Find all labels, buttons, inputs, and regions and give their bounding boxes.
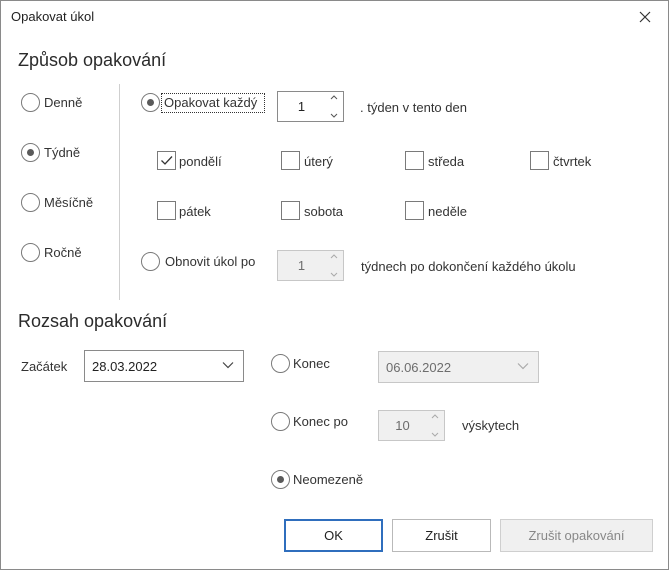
repeat-every-stepper[interactable]: 1 xyxy=(277,91,344,122)
checkbox-wednesday-label: středa xyxy=(428,154,465,169)
radio-repeat-every[interactable] xyxy=(141,93,160,112)
end-by-label: Konec xyxy=(293,356,330,371)
spin-down-icon[interactable] xyxy=(431,432,439,437)
checkbox-monday-label: pondělí xyxy=(179,154,222,169)
regenerate-stepper[interactable]: 1 xyxy=(277,250,344,281)
checkbox-friday[interactable] xyxy=(157,201,176,220)
repeat-every-label: Opakovat každý xyxy=(164,95,258,110)
occurrences-suffix: výskytech xyxy=(462,418,520,433)
chevron-down-icon[interactable] xyxy=(222,361,234,369)
regenerate-value: 1 xyxy=(297,258,306,273)
radio-yearly[interactable] xyxy=(21,243,40,262)
radio-regenerate[interactable] xyxy=(141,252,160,271)
dialog-title: Opakovat úkol xyxy=(11,9,95,24)
checkbox-tuesday-label: úterý xyxy=(304,154,333,169)
end-after-label: Konec po xyxy=(293,414,348,429)
recurrence-dialog: Opakovat úkol Způsob opakování Denně Týd… xyxy=(0,0,669,570)
occurrences-stepper[interactable]: 10 xyxy=(378,410,445,441)
radio-weekly[interactable] xyxy=(21,143,40,162)
spin-up-icon[interactable] xyxy=(330,95,338,100)
spin-up-icon[interactable] xyxy=(431,414,439,419)
radio-no-end[interactable] xyxy=(271,470,290,489)
range-section-title: Rozsah opakování xyxy=(18,311,168,331)
radio-end-by[interactable] xyxy=(271,354,290,373)
occurrences-value: 10 xyxy=(395,418,410,433)
checkbox-monday[interactable] xyxy=(157,151,176,170)
checkbox-wednesday[interactable] xyxy=(405,151,424,170)
pattern-section-title: Způsob opakování xyxy=(18,50,167,70)
chevron-down-icon[interactable] xyxy=(517,362,529,370)
checkbox-sunday[interactable] xyxy=(405,201,424,220)
end-date-value: 06.06.2022 xyxy=(386,359,452,375)
radio-daily-label: Denně xyxy=(44,95,83,110)
repeat-every-value: 1 xyxy=(297,99,306,114)
checkbox-saturday-label: sobota xyxy=(304,204,344,219)
checkbox-friday-label: pátek xyxy=(179,204,211,219)
radio-end-after[interactable] xyxy=(271,412,290,431)
radio-daily[interactable] xyxy=(21,93,40,112)
repeat-every-suffix: . týden v tento den xyxy=(360,100,467,115)
radio-monthly[interactable] xyxy=(21,193,40,212)
cancel-button[interactable]: Zrušit xyxy=(392,519,491,552)
radio-weekly-label: Týdně xyxy=(44,145,81,160)
pattern-divider xyxy=(119,84,120,300)
checkbox-sunday-label: neděle xyxy=(428,204,468,219)
spin-down-icon[interactable] xyxy=(330,113,338,118)
start-date-picker[interactable]: 28.03.2022 xyxy=(84,350,244,382)
start-label: Začátek xyxy=(21,359,68,374)
regenerate-label: Obnovit úkol po xyxy=(165,254,256,269)
checkbox-tuesday[interactable] xyxy=(281,151,300,170)
checkbox-thursday[interactable] xyxy=(530,151,549,170)
start-date-value: 28.03.2022 xyxy=(92,358,158,374)
end-date-picker[interactable]: 06.06.2022 xyxy=(378,351,539,383)
close-button[interactable] xyxy=(632,5,658,29)
spin-down-icon[interactable] xyxy=(330,272,338,277)
no-end-label: Neomezeně xyxy=(293,472,364,487)
remove-recurrence-button[interactable]: Zrušit opakování xyxy=(500,519,653,552)
checkmark-icon xyxy=(161,156,173,165)
radio-monthly-label: Měsíčně xyxy=(44,195,94,210)
regenerate-suffix: týdnech po dokončení každého úkolu xyxy=(361,259,576,274)
radio-yearly-label: Ročně xyxy=(44,245,82,260)
checkbox-saturday[interactable] xyxy=(281,201,300,220)
checkbox-thursday-label: čtvrtek xyxy=(553,154,592,169)
close-icon xyxy=(639,11,651,23)
spin-up-icon[interactable] xyxy=(330,254,338,259)
ok-button[interactable]: OK xyxy=(284,519,383,552)
title-bar: Opakovat úkol xyxy=(1,1,668,33)
